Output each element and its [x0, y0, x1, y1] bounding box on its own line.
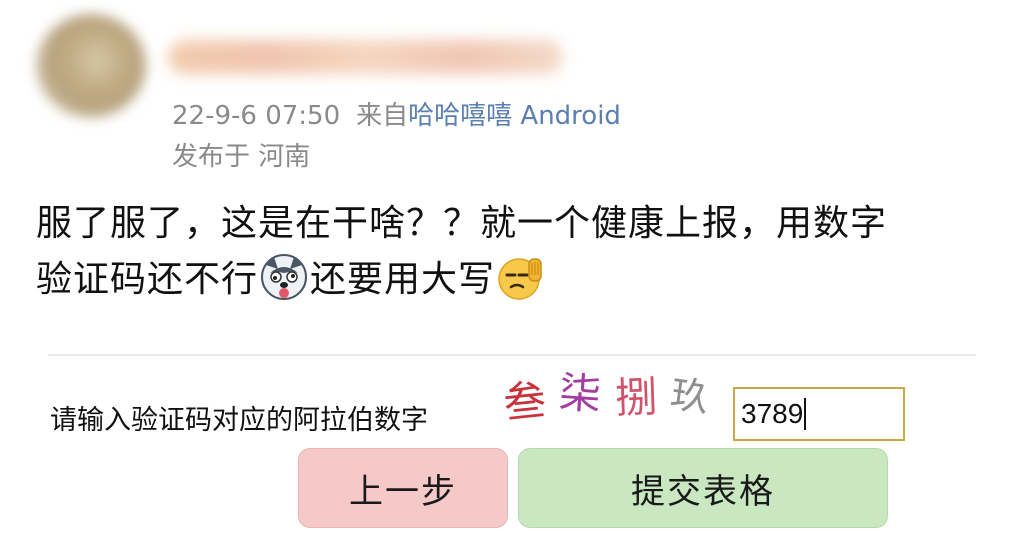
- captcha-char: 玖: [667, 371, 712, 420]
- post-timestamp: 22-9-6 07:50: [172, 101, 341, 131]
- captcha-prompt: 请输入验证码对应的阿拉伯数字: [50, 405, 428, 436]
- post-meta: 22-9-6 07:50 来自哈哈嘻嘻 Android: [172, 95, 621, 132]
- avatar[interactable]: [36, 14, 146, 118]
- post-location: 发布于 河南: [172, 142, 311, 172]
- captcha-char: 叁: [501, 374, 549, 428]
- salute-face-emoji-icon: [498, 258, 542, 300]
- post-text-line2: 验证码还不行 还要用大写: [36, 252, 996, 308]
- username-blurred[interactable]: [168, 40, 563, 74]
- previous-step-button[interactable]: 上一步: [298, 448, 508, 528]
- husky-emoji-icon: [261, 254, 308, 300]
- captcha-char: 捌: [614, 371, 658, 423]
- text-caret: [804, 398, 807, 430]
- post-body: 服了服了，这是在干啥？？就一个健康上报，用数字 验证码还不行 还要用大写: [36, 196, 996, 308]
- client-link[interactable]: 哈哈嘻嘻 Android: [408, 101, 621, 131]
- submit-form-button[interactable]: 提交表格: [518, 448, 888, 528]
- captcha-image: 叁 柒 捌 玖: [501, 362, 723, 427]
- divider: [48, 354, 976, 356]
- captcha-answer-value: 3789: [741, 398, 804, 429]
- source-prefix: 来自: [356, 101, 409, 131]
- captcha-answer-input[interactable]: 3789: [733, 387, 905, 441]
- post-text-part-b: 还要用大写: [310, 259, 496, 300]
- post-text-part-a: 验证码还不行: [36, 259, 259, 300]
- post-text-line1: 服了服了，这是在干啥？？就一个健康上报，用数字: [36, 203, 888, 244]
- captcha-char: 柒: [557, 367, 603, 419]
